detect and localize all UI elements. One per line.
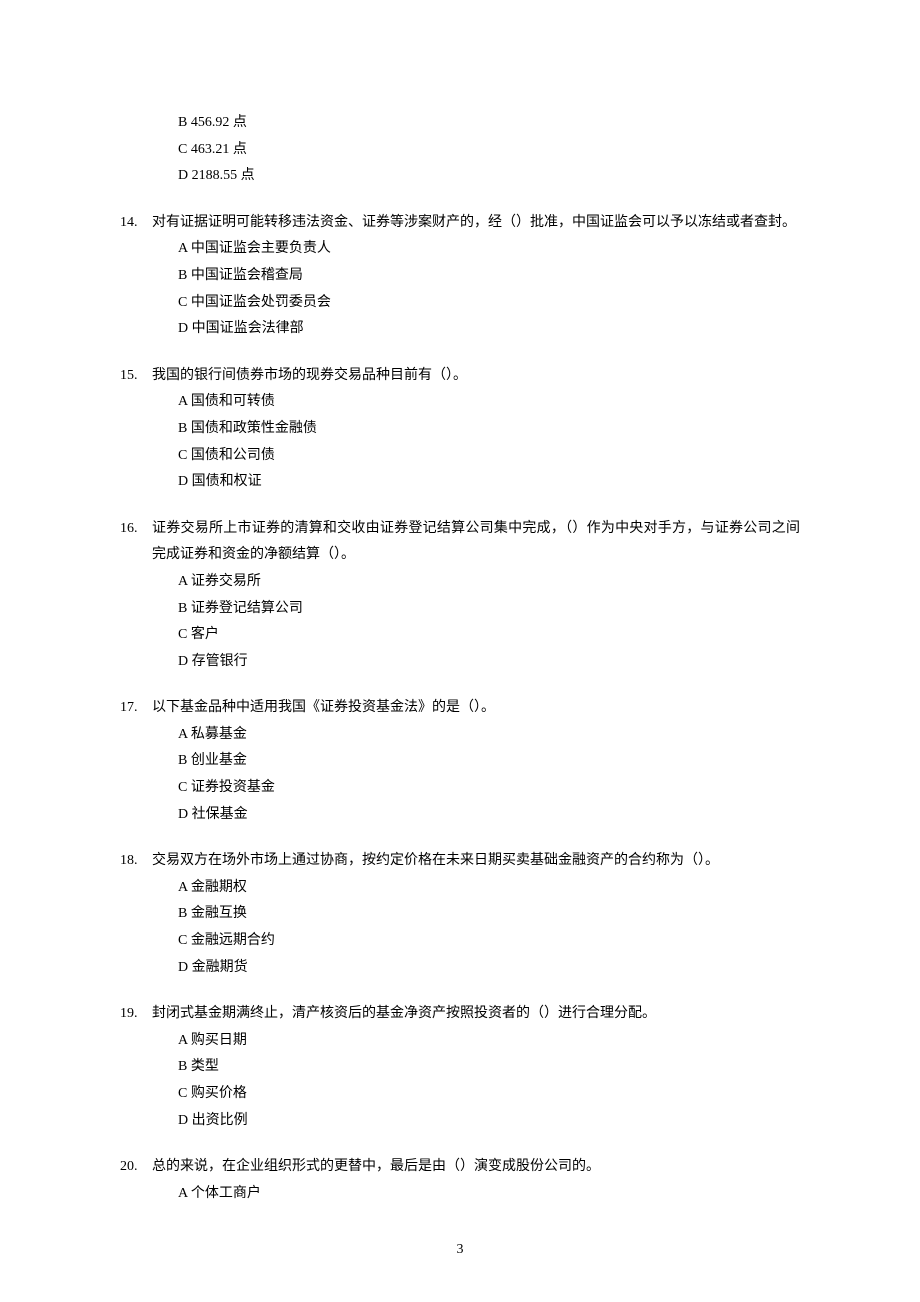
question-options: A 购买日期 B 类型 C 购买价格 D 出资比例 <box>178 1028 800 1134</box>
page-number: 3 <box>0 1237 920 1264</box>
option-d: D 出资比例 <box>178 1108 800 1135</box>
option-a: A 个体工商户 <box>178 1181 800 1208</box>
question-options: A 国债和可转债 B 国债和政策性金融债 C 国债和公司债 D 国债和权证 <box>178 389 800 495</box>
option-c: C 国债和公司债 <box>178 443 800 470</box>
option-c: C 客户 <box>178 622 800 649</box>
question-number: 19. <box>120 1001 152 1028</box>
question-stem: 我国的银行间债券市场的现券交易品种目前有（）。 <box>152 363 800 390</box>
question-stem: 封闭式基金期满终止，清产核资后的基金净资产按照投资者的（）进行合理分配。 <box>152 1001 800 1028</box>
question-number: 14. <box>120 210 152 237</box>
option-c: C 证券投资基金 <box>178 775 800 802</box>
question-stem: 对有证据证明可能转移违法资金、证券等涉案财产的，经（）批准，中国证监会可以予以冻… <box>152 210 800 237</box>
question-15: 15. 我国的银行间债券市场的现券交易品种目前有（）。 A 国债和可转债 B 国… <box>120 363 800 496</box>
question-19: 19. 封闭式基金期满终止，清产核资后的基金净资产按照投资者的（）进行合理分配。… <box>120 1001 800 1134</box>
option-b: B 金融互换 <box>178 901 800 928</box>
question-stem: 证券交易所上市证券的清算和交收由证券登记结算公司集中完成，（）作为中央对手方，与… <box>152 516 800 569</box>
question-20: 20. 总的来说，在企业组织形式的更替中，最后是由（）演变成股份公司的。 A 个… <box>120 1154 800 1207</box>
question-16: 16. 证券交易所上市证券的清算和交收由证券登记结算公司集中完成，（）作为中央对… <box>120 516 800 676</box>
question-17: 17. 以下基金品种中适用我国《证券投资基金法》的是（）。 A 私募基金 B 创… <box>120 695 800 828</box>
orphan-option: B 456.92 点 <box>178 110 800 137</box>
question-stem: 总的来说，在企业组织形式的更替中，最后是由（）演变成股份公司的。 <box>152 1154 800 1181</box>
question-options: A 金融期权 B 金融互换 C 金融远期合约 D 金融期货 <box>178 875 800 981</box>
question-options: A 证券交易所 B 证券登记结算公司 C 客户 D 存管银行 <box>178 569 800 675</box>
question-options: A 个体工商户 <box>178 1181 800 1208</box>
option-b: B 创业基金 <box>178 748 800 775</box>
option-b: B 类型 <box>178 1054 800 1081</box>
option-c: C 购买价格 <box>178 1081 800 1108</box>
question-14: 14. 对有证据证明可能转移违法资金、证券等涉案财产的，经（）批准，中国证监会可… <box>120 210 800 343</box>
option-b: B 证券登记结算公司 <box>178 596 800 623</box>
orphan-option: C 463.21 点 <box>178 137 800 164</box>
option-a: A 中国证监会主要负责人 <box>178 236 800 263</box>
orphan-options-block: B 456.92 点 C 463.21 点 D 2188.55 点 <box>178 110 800 190</box>
question-number: 18. <box>120 848 152 875</box>
question-number: 17. <box>120 695 152 722</box>
question-stem: 交易双方在场外市场上通过协商，按约定价格在未来日期买卖基础金融资产的合约称为（）… <box>152 848 800 875</box>
orphan-option: D 2188.55 点 <box>178 163 800 190</box>
option-a: A 金融期权 <box>178 875 800 902</box>
option-b: B 国债和政策性金融债 <box>178 416 800 443</box>
option-d: D 金融期货 <box>178 955 800 982</box>
question-18: 18. 交易双方在场外市场上通过协商，按约定价格在未来日期买卖基础金融资产的合约… <box>120 848 800 981</box>
option-c: C 金融远期合约 <box>178 928 800 955</box>
question-number: 15. <box>120 363 152 390</box>
option-a: A 私募基金 <box>178 722 800 749</box>
option-d: D 存管银行 <box>178 649 800 676</box>
option-d: D 社保基金 <box>178 802 800 829</box>
option-c: C 中国证监会处罚委员会 <box>178 290 800 317</box>
option-a: A 购买日期 <box>178 1028 800 1055</box>
question-number: 16. <box>120 516 152 543</box>
question-options: A 私募基金 B 创业基金 C 证券投资基金 D 社保基金 <box>178 722 800 828</box>
question-options: A 中国证监会主要负责人 B 中国证监会稽查局 C 中国证监会处罚委员会 D 中… <box>178 236 800 342</box>
option-d: D 中国证监会法律部 <box>178 316 800 343</box>
option-b: B 中国证监会稽查局 <box>178 263 800 290</box>
question-number: 20. <box>120 1154 152 1181</box>
option-a: A 证券交易所 <box>178 569 800 596</box>
option-a: A 国债和可转债 <box>178 389 800 416</box>
question-stem: 以下基金品种中适用我国《证券投资基金法》的是（）。 <box>152 695 800 722</box>
option-d: D 国债和权证 <box>178 469 800 496</box>
